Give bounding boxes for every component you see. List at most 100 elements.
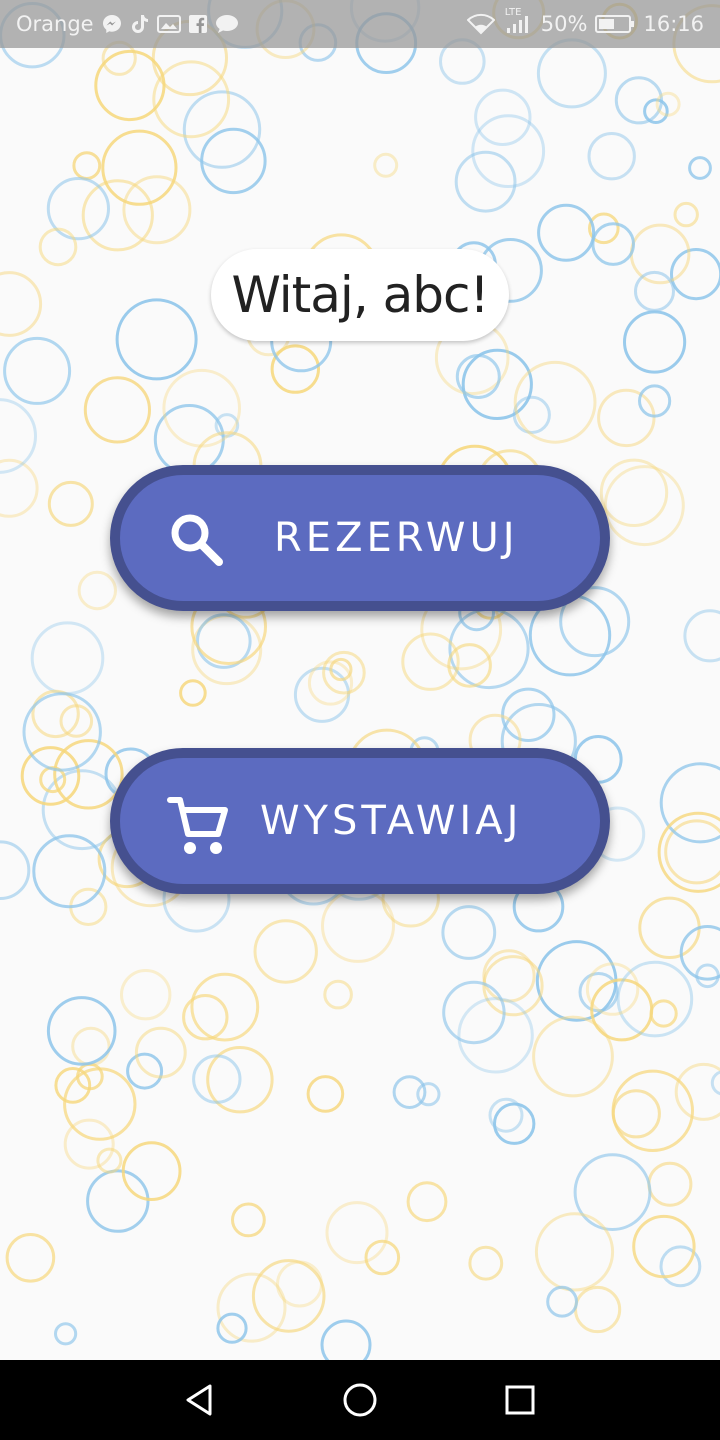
bubble — [597, 388, 656, 448]
greeting-badge: Witaj, abc! — [211, 249, 509, 341]
bubble — [649, 999, 678, 1028]
bubble — [47, 480, 94, 527]
bubble — [587, 132, 636, 181]
battery-percentage: 50% — [540, 12, 588, 36]
bubble — [120, 969, 172, 1021]
clock: 16:16 — [643, 12, 704, 36]
bubble — [63, 1067, 137, 1141]
bubble — [659, 762, 720, 844]
bubble — [253, 919, 318, 984]
bubble — [3, 336, 72, 405]
facebook-icon — [188, 14, 208, 34]
cart-icon — [164, 794, 230, 870]
list-item-button[interactable]: WYSTAWIAJ — [110, 748, 610, 894]
bubble — [122, 175, 192, 245]
reserve-button-label: REZERWUJ — [274, 515, 519, 561]
bubble — [406, 1181, 448, 1223]
tiktok-icon — [130, 13, 150, 35]
bubble — [0, 458, 39, 518]
bubble — [20, 746, 81, 806]
bubble — [216, 1272, 287, 1343]
bubble — [688, 156, 712, 180]
bubble — [182, 90, 262, 169]
bubble — [321, 888, 395, 963]
recent-apps-icon[interactable] — [498, 1378, 542, 1422]
bubble — [647, 1161, 693, 1207]
bubble — [454, 150, 517, 213]
bubble — [674, 1062, 720, 1121]
bubble — [373, 152, 399, 178]
bubble — [231, 1202, 266, 1238]
status-bar: Orange LTE 50% 16:16 — [0, 0, 720, 48]
bubble — [532, 1015, 614, 1098]
bubble — [611, 1069, 694, 1153]
bubble — [54, 1067, 92, 1104]
bubble — [603, 465, 685, 547]
bubble — [611, 1089, 661, 1139]
bubble — [152, 60, 231, 139]
bubble — [574, 1285, 622, 1334]
back-icon[interactable] — [178, 1378, 222, 1422]
bubble — [537, 203, 596, 262]
greeting-text: Witaj, abc! — [231, 266, 489, 324]
bubble — [54, 1322, 78, 1346]
bubble — [101, 129, 178, 206]
wifi-icon — [466, 13, 495, 35]
list-item-button-label: WYSTAWIAJ — [260, 798, 523, 844]
bubble — [441, 905, 497, 960]
bubble — [293, 666, 351, 723]
bubble — [546, 1285, 578, 1318]
chat-icon — [215, 14, 239, 34]
bubble — [325, 1201, 389, 1265]
network-type: LTE — [504, 7, 522, 18]
navigation-bar — [0, 1360, 720, 1440]
bubble — [616, 960, 694, 1038]
bubble — [416, 1082, 441, 1107]
signal-icon: LTE — [503, 7, 533, 35]
bubble — [634, 270, 675, 312]
bubble — [710, 1070, 720, 1096]
bubble — [0, 840, 31, 900]
bubble — [0, 271, 43, 337]
bubble — [442, 980, 506, 1045]
bubble — [38, 227, 78, 267]
bubble — [623, 310, 687, 374]
bubble — [512, 395, 551, 434]
bubble-background — [0, 0, 720, 1360]
bubble — [86, 1169, 150, 1233]
messenger-icon — [101, 13, 123, 35]
bubble — [591, 222, 636, 266]
reserve-button[interactable]: REZERWUJ — [110, 465, 610, 611]
home-icon[interactable] — [338, 1378, 382, 1422]
bubble — [320, 1319, 372, 1360]
bubble — [251, 1259, 326, 1333]
bubble — [77, 570, 118, 611]
battery-icon — [595, 14, 635, 34]
bubble — [493, 1102, 536, 1145]
bubble — [115, 298, 198, 381]
bubble — [216, 1312, 248, 1344]
bubble — [83, 376, 151, 444]
bubble — [192, 1054, 242, 1104]
bubble — [30, 621, 105, 696]
bubble — [31, 689, 80, 739]
bubble — [72, 151, 102, 181]
bubble — [673, 201, 699, 228]
bubble — [96, 1147, 123, 1174]
bubble — [501, 687, 556, 742]
bubble — [638, 896, 701, 959]
bubble — [121, 1141, 182, 1201]
bubble — [535, 940, 618, 1022]
bubble — [536, 38, 607, 109]
bubble — [695, 963, 720, 989]
bubble — [534, 1212, 615, 1292]
bubble — [179, 679, 207, 707]
bubble — [468, 1245, 504, 1281]
bubble — [5, 1233, 56, 1283]
bubble — [573, 1153, 652, 1231]
bubble — [306, 1075, 345, 1113]
gallery-icon — [156, 14, 181, 34]
bubble — [323, 979, 353, 1010]
search-icon — [168, 511, 224, 577]
bubble — [683, 609, 720, 663]
